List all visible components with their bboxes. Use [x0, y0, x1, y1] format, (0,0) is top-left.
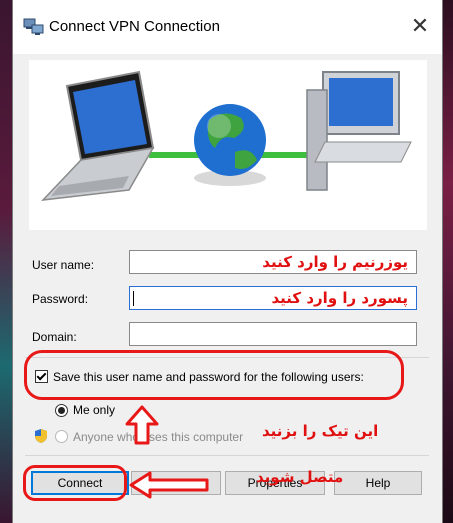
- annotation-highlight-checkbox: [24, 350, 404, 400]
- close-icon: ✕: [410, 13, 430, 38]
- help-button[interactable]: Help: [334, 471, 422, 495]
- window-title: Connect VPN Connection: [49, 18, 220, 35]
- anyone-radio[interactable]: [55, 430, 68, 443]
- username-value: یوزرنیم را وارد کنید: [262, 253, 408, 271]
- password-field[interactable]: پسورد را وارد کنید: [129, 286, 417, 310]
- domain-label: Domain:: [32, 330, 77, 344]
- username-label: User name:: [32, 258, 95, 272]
- title-bar: Connect VPN Connection ✕: [13, 0, 442, 54]
- username-field[interactable]: یوزرنیم را وارد کنید: [129, 250, 417, 274]
- annotation-left-arrow-icon: [129, 471, 209, 499]
- annotation-connect-hint: متصل شوید: [256, 468, 344, 486]
- uac-shield-icon: [35, 429, 47, 443]
- globe-icon: [194, 104, 266, 186]
- annotation-up-arrow-icon: [125, 405, 159, 445]
- annotation-highlight-connect: [23, 465, 127, 501]
- separator-bottom: [25, 455, 429, 456]
- password-label: Password:: [32, 292, 89, 306]
- vpn-connect-dialog: Connect VPN Connection ✕ User name: یوزر…: [12, 0, 443, 523]
- close-button[interactable]: ✕: [406, 12, 434, 40]
- vpn-illustration: [29, 60, 427, 230]
- me-only-radio[interactable]: [55, 404, 68, 417]
- desktop-computer-icon: [306, 71, 412, 191]
- text-caret: [133, 291, 134, 306]
- network-connection-icon: [23, 18, 44, 35]
- password-value: پسورد را وارد کنید: [271, 289, 408, 307]
- domain-field[interactable]: [129, 322, 417, 346]
- annotation-tick-hint: این تیک را بزنید: [262, 422, 379, 440]
- laptop-icon: [41, 70, 155, 201]
- me-only-label: Me only: [73, 403, 116, 417]
- vpn-network-illustration: [41, 70, 412, 201]
